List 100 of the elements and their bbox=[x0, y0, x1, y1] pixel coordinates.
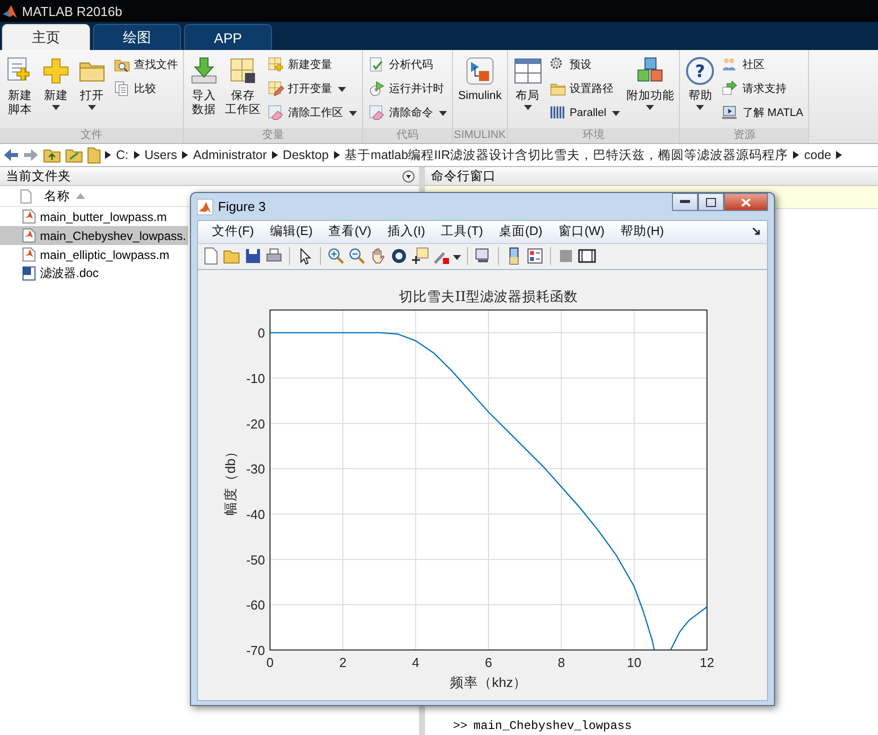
legend-icon[interactable] bbox=[526, 247, 544, 266]
ribbon-button[interactable]: 社区 bbox=[719, 54, 806, 75]
menu-item[interactable]: 编辑(E) bbox=[262, 223, 321, 240]
ribbon-button[interactable]: 运行并计时 bbox=[366, 78, 450, 99]
group-label: 文件 bbox=[0, 128, 183, 143]
ribbon-tab[interactable]: 主页 bbox=[2, 24, 90, 50]
ribbon-button[interactable]: 请求支持 bbox=[719, 78, 806, 99]
chevron-right-icon bbox=[836, 151, 842, 159]
monitor-icon bbox=[721, 104, 740, 122]
ribbon-button[interactable]: 清除命令 bbox=[366, 102, 450, 123]
file-name: main_Chebyshev_lowpass. bbox=[40, 228, 186, 242]
arrow-right-icon bbox=[721, 80, 740, 98]
ribbon-button[interactable]: 布局 bbox=[510, 54, 545, 128]
ribbon-button[interactable]: ? 帮助 bbox=[683, 54, 718, 128]
app-logo-icon bbox=[197, 198, 213, 215]
ribbon-button[interactable]: Simulink bbox=[456, 54, 504, 128]
new-file-icon[interactable] bbox=[202, 247, 220, 266]
layout-grid-icon bbox=[512, 56, 543, 86]
file-row[interactable]: main_Chebyshev_lowpass. bbox=[0, 226, 188, 245]
save-icon[interactable] bbox=[244, 247, 262, 266]
plus-icon bbox=[41, 56, 71, 86]
y-tick-label: -30 bbox=[246, 462, 265, 477]
breadcrumb-item[interactable]: code bbox=[803, 148, 832, 162]
group-label: 资源 bbox=[680, 128, 808, 143]
ribbon-button[interactable]: 分析代码 bbox=[366, 54, 450, 75]
menu-item[interactable]: 文件(F) bbox=[204, 223, 262, 240]
ribbon-button[interactable]: 新建变量 bbox=[265, 54, 360, 75]
ribbon-button[interactable]: 设置路径 bbox=[546, 78, 622, 99]
breadcrumb-item[interactable]: Administrator bbox=[192, 148, 268, 162]
menu-item[interactable]: 窗口(W) bbox=[550, 223, 613, 240]
menu-item[interactable]: 桌面(D) bbox=[491, 223, 550, 240]
chevron-right-icon bbox=[134, 151, 140, 159]
y-tick-label: -60 bbox=[246, 598, 265, 613]
ribbon-button[interactable]: 附加功能 bbox=[624, 54, 676, 128]
data-cursor-icon[interactable] bbox=[411, 247, 429, 266]
menu-item[interactable]: 插入(I) bbox=[379, 223, 434, 240]
m-file-icon bbox=[22, 228, 36, 243]
group-label: SIMULINK bbox=[453, 128, 507, 143]
x-tick-label: 12 bbox=[700, 655, 714, 670]
menu-item[interactable]: 工具(T) bbox=[433, 223, 492, 240]
m-file-icon bbox=[22, 209, 36, 224]
back-arrow-icon[interactable] bbox=[3, 148, 19, 162]
chevron-right-icon bbox=[182, 151, 188, 159]
app-logo-icon bbox=[2, 3, 18, 19]
import-arrow-icon bbox=[189, 56, 219, 86]
close-button[interactable] bbox=[724, 193, 768, 211]
chevron-right-icon bbox=[105, 151, 111, 159]
file-row[interactable]: main_elliptic_lowpass.m bbox=[0, 245, 188, 264]
dock-arrow-icon[interactable] bbox=[752, 227, 761, 236]
ribbon-button[interactable]: 比较 bbox=[111, 78, 180, 99]
ribbon-tab[interactable]: APP bbox=[184, 24, 272, 50]
breadcrumb-item[interactable]: C: bbox=[115, 148, 130, 162]
breadcrumb-item[interactable]: Users bbox=[144, 148, 178, 162]
eraser-icon bbox=[267, 104, 285, 122]
x-tick-label: 10 bbox=[626, 655, 642, 670]
y-tick-label: -40 bbox=[246, 507, 265, 522]
folder-up-icon[interactable] bbox=[43, 147, 61, 163]
maximize-icon bbox=[706, 198, 716, 206]
ribbon-button[interactable]: Parallel bbox=[546, 102, 622, 123]
ribbon-button[interactable]: 打开变量 bbox=[265, 78, 360, 99]
dropdown-icon[interactable] bbox=[402, 170, 415, 182]
minimize-icon bbox=[680, 200, 690, 204]
file-row[interactable]: main_butter_lowpass.m bbox=[0, 207, 188, 226]
x-tick-label: 8 bbox=[558, 655, 565, 670]
browse-folder-icon[interactable] bbox=[65, 147, 83, 163]
ribbon-button[interactable]: 保存 工作区 bbox=[223, 54, 263, 128]
command-text: main_Chebyshev_lowpass bbox=[473, 719, 632, 733]
chevron-right-icon bbox=[793, 151, 800, 159]
zoom-in-icon[interactable] bbox=[327, 247, 345, 266]
menu-item[interactable]: 查看(V) bbox=[320, 223, 380, 240]
minimize-button[interactable] bbox=[672, 193, 698, 211]
folder-icon bbox=[87, 146, 101, 164]
menu-item[interactable]: 帮助(H) bbox=[612, 223, 672, 240]
column-header[interactable]: 名称 bbox=[44, 188, 70, 204]
ribbon-button[interactable]: 清除工作区 bbox=[265, 102, 360, 123]
word-document-icon bbox=[22, 266, 36, 281]
ribbon-button[interactable]: 打开 bbox=[75, 54, 109, 128]
zoom-out-icon[interactable] bbox=[348, 247, 366, 266]
breadcrumb-item[interactable]: Desktop bbox=[282, 148, 330, 162]
x-tick-label: 2 bbox=[339, 655, 346, 670]
ribbon-button[interactable]: 了解 MATLA bbox=[719, 102, 806, 123]
y-tick-label: 0 bbox=[258, 326, 265, 341]
group-label: 代码 bbox=[363, 128, 452, 143]
ribbon-tab[interactable]: 绘图 bbox=[93, 24, 181, 50]
ribbon-button[interactable]: 新建 脚本 bbox=[3, 54, 37, 128]
ribbon-button[interactable]: 导入 数据 bbox=[187, 54, 221, 128]
window-title: MATLAB R2016b bbox=[22, 4, 122, 18]
ribbon-button[interactable]: 查找文件 bbox=[111, 54, 180, 75]
plot-tools-icon[interactable] bbox=[578, 247, 596, 266]
grid-plus-icon bbox=[267, 56, 285, 74]
ribbon-button[interactable]: 预设 bbox=[546, 54, 622, 75]
y-tick-label: -70 bbox=[246, 643, 265, 658]
file-row[interactable]: 滤波器.doc bbox=[0, 264, 188, 283]
close-icon bbox=[741, 198, 751, 206]
ribbon-button[interactable]: 新建 bbox=[39, 54, 73, 128]
save-workspace-icon bbox=[228, 56, 258, 86]
panel-title: 当前文件夹 bbox=[6, 168, 71, 184]
maximize-button[interactable] bbox=[698, 193, 724, 211]
file-name: main_butter_lowpass.m bbox=[40, 210, 167, 224]
breadcrumb-item[interactable]: 基于matlab编程IIR滤波器设计含切比雪夫，巴特沃兹，椭圆等滤波器源码程序 bbox=[344, 146, 790, 164]
